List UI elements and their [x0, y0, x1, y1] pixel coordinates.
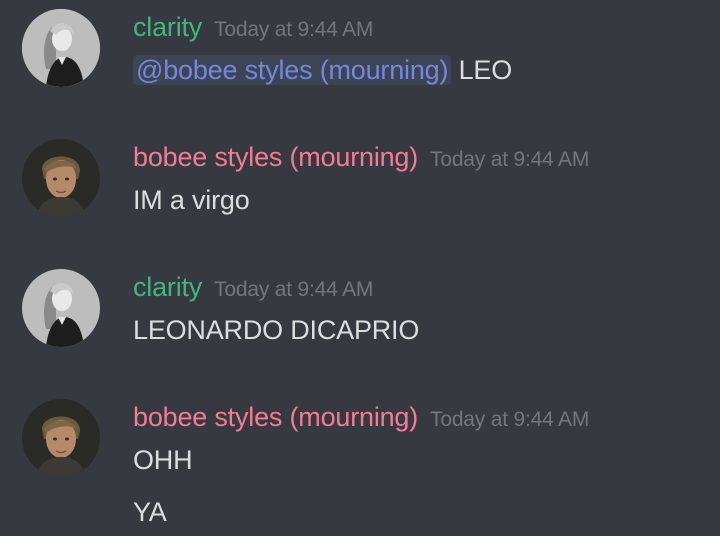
username[interactable]: clarity	[133, 12, 202, 42]
woman-portrait-avatar-icon	[22, 269, 100, 347]
message-content: YA	[133, 494, 167, 530]
avatar[interactable]	[22, 399, 100, 477]
message-text: LEO	[458, 55, 513, 85]
avatar[interactable]	[22, 139, 100, 217]
avatar[interactable]	[22, 9, 100, 87]
username[interactable]: bobee styles (mourning)	[133, 402, 418, 432]
avatar[interactable]	[22, 269, 100, 347]
message-text: OHH	[133, 445, 193, 475]
message-content: IM a virgo	[133, 182, 250, 218]
message-content: OHH	[133, 442, 193, 478]
man-portrait-avatar-icon	[22, 399, 100, 477]
username[interactable]: clarity	[133, 272, 202, 302]
timestamp: Today at 9:44 AM	[430, 408, 590, 431]
message-text: LEONARDO DICAPRIO	[133, 315, 420, 345]
message-text: IM a virgo	[133, 185, 250, 215]
timestamp: Today at 9:44 AM	[214, 18, 374, 41]
user-mention[interactable]: @bobee styles (mourning)	[133, 55, 452, 85]
message-content: @bobee styles (mourning) LEO	[133, 52, 512, 88]
man-portrait-avatar-icon	[22, 139, 100, 217]
message-content: LEONARDO DICAPRIO	[133, 312, 419, 348]
timestamp: Today at 9:44 AM	[214, 278, 374, 301]
username[interactable]: bobee styles (mourning)	[133, 142, 418, 172]
timestamp: Today at 9:44 AM	[430, 148, 590, 171]
message-text: YA	[133, 497, 167, 527]
woman-portrait-avatar-icon	[22, 9, 100, 87]
